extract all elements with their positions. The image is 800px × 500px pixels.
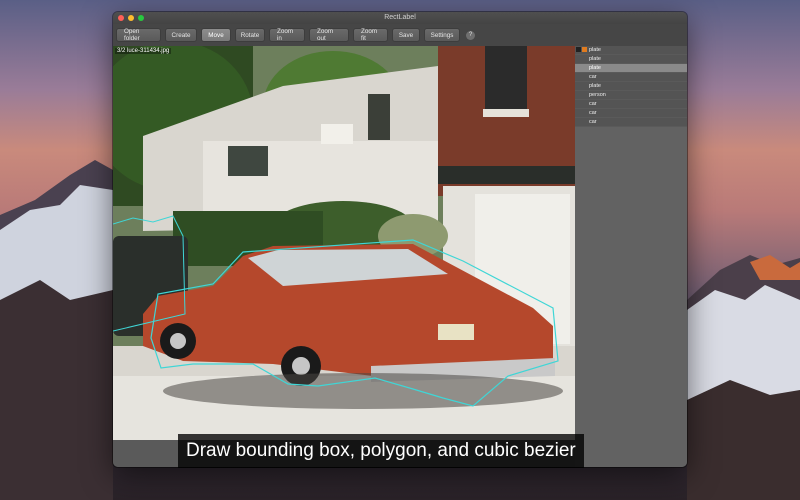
zoom-out-button[interactable]: Zoom out <box>309 28 349 42</box>
label-item-text: plate <box>589 56 601 62</box>
open-folder-button[interactable]: Open folder <box>116 28 161 42</box>
label-item[interactable]: plate <box>575 82 687 91</box>
label-item[interactable]: plate <box>575 46 687 55</box>
label-item[interactable]: car <box>575 118 687 127</box>
rotate-button[interactable]: Rotate <box>235 28 265 42</box>
image-canvas[interactable]: 3/2 luce-311434.jpg <box>113 46 575 467</box>
create-button[interactable]: Create <box>165 28 197 42</box>
zoom-window-button[interactable] <box>138 15 144 21</box>
help-icon[interactable]: ? <box>466 30 475 40</box>
label-item-text: car <box>589 74 597 80</box>
label-item-text: plate <box>589 83 601 89</box>
label-item-text: car <box>589 119 597 125</box>
zoom-fit-button[interactable]: Zoom fit <box>353 28 388 42</box>
label-item-text: car <box>589 110 597 116</box>
window-controls <box>118 15 144 21</box>
label-color-swatch <box>582 47 587 52</box>
label-item[interactable]: car <box>575 73 687 82</box>
label-item[interactable]: car <box>575 109 687 118</box>
settings-button[interactable]: Settings <box>424 28 460 42</box>
label-item-text: car <box>589 101 597 107</box>
label-item-text: plate <box>589 47 601 53</box>
label-list: plate plate plate car plate person car c… <box>575 46 687 127</box>
label-color-swatch <box>576 47 581 52</box>
label-item[interactable]: car <box>575 100 687 109</box>
label-item-text: person <box>589 92 606 98</box>
window-title: RectLabel <box>384 14 416 21</box>
label-list-panel: plate plate plate car plate person car c… <box>575 46 687 467</box>
video-caption: Draw bounding box, polygon, and cubic be… <box>178 434 584 468</box>
photo-car-street[interactable] <box>113 46 575 440</box>
label-item[interactable]: person <box>575 91 687 100</box>
label-item-selected[interactable]: plate <box>575 64 687 73</box>
title-bar: RectLabel <box>113 12 687 24</box>
label-item[interactable]: plate <box>575 55 687 64</box>
toolbar: Open folder Create Move Rotate Zoom in Z… <box>113 24 687 47</box>
zoom-in-button[interactable]: Zoom in <box>269 28 305 42</box>
minimize-window-button[interactable] <box>128 15 134 21</box>
move-button[interactable]: Move <box>201 28 231 42</box>
app-window: RectLabel Open folder Create Move Rotate… <box>113 12 687 467</box>
save-button[interactable]: Save <box>392 28 420 42</box>
close-window-button[interactable] <box>118 15 124 21</box>
image-filename: 3/2 luce-311434.jpg <box>115 48 172 54</box>
label-item-text: plate <box>589 65 601 71</box>
